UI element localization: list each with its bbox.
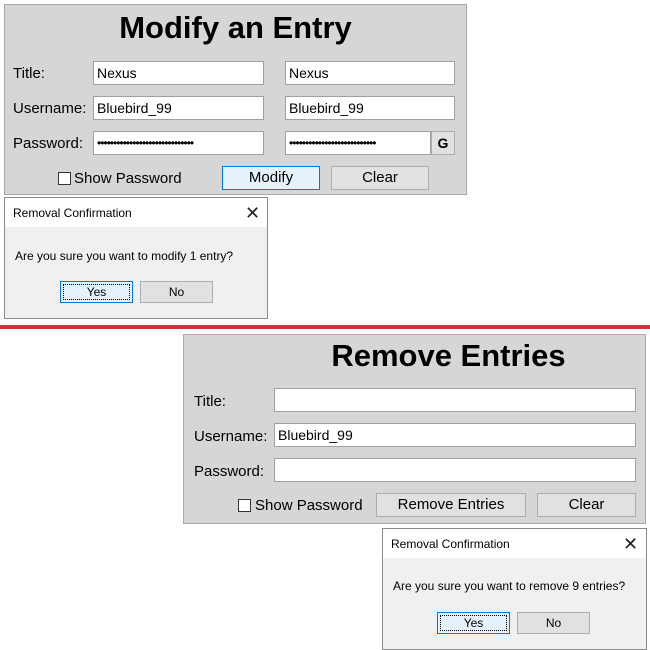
modify-clear-button[interactable]: Clear	[331, 166, 429, 190]
dialog-message: Are you sure you want to remove 9 entrie…	[393, 579, 626, 593]
username-label: Username:	[194, 428, 268, 445]
yes-button[interactable]: Yes	[437, 612, 510, 634]
username-label: Username:	[13, 100, 87, 117]
remove-clear-button[interactable]: Clear	[537, 493, 636, 517]
old-username-field[interactable]: Bluebird_99	[93, 96, 264, 120]
modify-confirmation-dialog: Removal Confirmation ✕ Are you sure you …	[4, 197, 268, 319]
title-label: Title:	[194, 393, 226, 410]
title-label: Title:	[13, 65, 45, 82]
close-icon[interactable]: ✕	[623, 535, 638, 553]
show-password-label[interactable]: Show Password	[255, 497, 363, 514]
modify-panel-title: Modify an Entry	[119, 10, 352, 45]
old-password-field[interactable]: ••••••••••••••••••••••••••••••	[93, 131, 264, 155]
old-title-field[interactable]: Nexus	[93, 61, 264, 85]
dialog-titlebar: Removal Confirmation ✕	[5, 198, 267, 227]
new-title-field[interactable]: Nexus	[285, 61, 455, 85]
no-button[interactable]: No	[517, 612, 590, 634]
dialog-message: Are you sure you want to modify 1 entry?	[15, 249, 234, 263]
remove-title-field[interactable]	[274, 388, 636, 412]
remove-confirmation-dialog: Removal Confirmation ✕ Are you sure you …	[382, 528, 647, 650]
dialog-title: Removal Confirmation	[13, 206, 132, 220]
remove-username-field[interactable]: Bluebird_99	[274, 423, 636, 447]
section-divider	[0, 325, 650, 329]
show-password-checkbox[interactable]	[58, 172, 71, 185]
modify-button[interactable]: Modify	[222, 166, 320, 190]
show-password-label[interactable]: Show Password	[74, 170, 182, 187]
remove-panel-title: Remove Entries	[331, 338, 566, 373]
new-username-field[interactable]: Bluebird_99	[285, 96, 455, 120]
password-label: Password:	[194, 463, 265, 480]
modify-entry-panel: Modify an Entry Title: Nexus Nexus Usern…	[4, 4, 467, 195]
password-label: Password:	[13, 135, 84, 152]
remove-entries-panel: Remove Entries Title: Username: Bluebird…	[183, 334, 646, 524]
generate-password-button[interactable]: G	[431, 131, 455, 155]
dialog-title: Removal Confirmation	[391, 537, 510, 551]
remove-password-field[interactable]	[274, 458, 636, 482]
remove-entries-button[interactable]: Remove Entries	[376, 493, 526, 517]
no-button[interactable]: No	[140, 281, 213, 303]
dialog-titlebar: Removal Confirmation ✕	[383, 529, 646, 558]
yes-button[interactable]: Yes	[60, 281, 133, 303]
close-icon[interactable]: ✕	[245, 204, 260, 222]
show-password-checkbox[interactable]	[238, 499, 251, 512]
new-password-field[interactable]: •••••••••••••••••••••••••••	[285, 131, 431, 155]
